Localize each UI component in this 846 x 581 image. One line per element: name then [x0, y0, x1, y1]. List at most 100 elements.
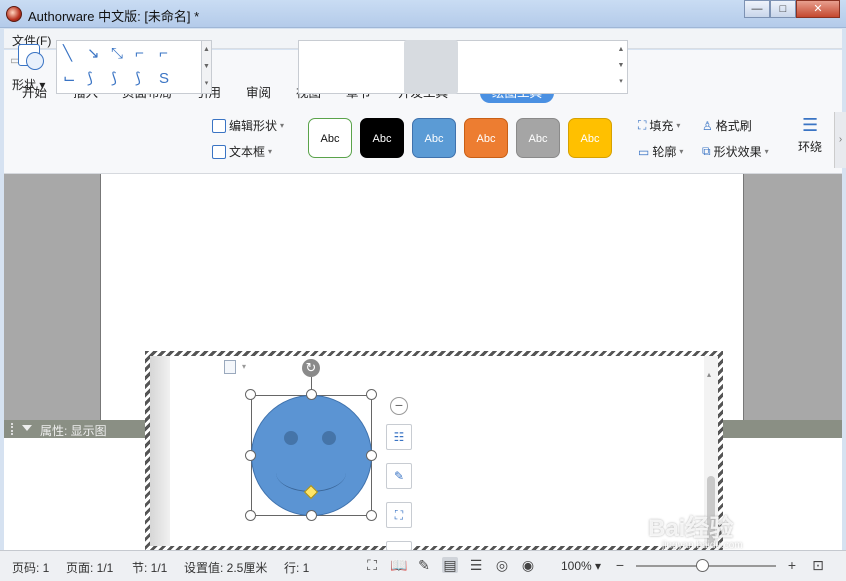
status-page: 页面: 1/1 [66, 561, 114, 575]
edit-shape-icon [212, 118, 226, 133]
wrap-icon: ☰ [801, 115, 819, 135]
status-page-code: 页码: 1 [12, 561, 50, 575]
textbox-button[interactable]: 文本框 ▾ [212, 143, 272, 160]
double-arrow-line-icon[interactable]: ⤡ [111, 46, 123, 61]
scroll-up-icon[interactable]: ▴ [707, 370, 711, 379]
textbox-icon [212, 144, 226, 159]
document-options-icon[interactable] [224, 360, 236, 374]
zoom-percent[interactable]: 100% ▾ [561, 559, 601, 573]
page-left-margin [150, 356, 170, 546]
elbow-arrow-connector-icon[interactable]: ⌐ [159, 46, 168, 61]
collapse-toolbar-icon[interactable]: − [390, 397, 408, 415]
style-swatch-4[interactable]: Abc [464, 118, 508, 158]
rotate-handle-icon[interactable]: ↻ [302, 359, 320, 377]
properties-panel-label: 属性: 显示图 [40, 424, 107, 438]
outline-icon: ▭ [638, 144, 650, 159]
title-bar: Authorware 中文版: [未命名] * — □ ✕ [0, 0, 846, 28]
shape-effects-label: 形状效果 [713, 145, 762, 159]
style-swatch-2[interactable]: Abc [360, 118, 404, 158]
textbox-label: 文本框 [229, 145, 266, 159]
resize-handle-right[interactable] [366, 450, 377, 461]
zoom-in-icon[interactable]: + [784, 557, 800, 573]
shape-effects-button[interactable]: ⧉ 形状效果 ▾ [702, 143, 769, 160]
format-painter-label: 格式刷 [715, 119, 752, 133]
outline-label: 轮廓 [652, 145, 677, 159]
elbow-double-arrow-icon[interactable]: ⌙ [63, 71, 76, 86]
zoom-slider-thumb[interactable] [695, 559, 709, 572]
maximize-button[interactable]: □ [770, 0, 796, 18]
eye-protection-icon[interactable]: ◉ [520, 557, 536, 573]
chevron-down-icon[interactable]: ▾ [242, 362, 246, 371]
resize-handle-top-left[interactable] [245, 389, 256, 400]
right-eye [322, 431, 336, 445]
line-arrow-icon[interactable]: ╲ [63, 46, 72, 61]
styles-gallery-scroll[interactable]: ▲ ▼ ▾ [616, 42, 626, 92]
edit-mode-icon[interactable]: ✎ [416, 557, 432, 573]
page-view-icon[interactable]: ▤ [442, 557, 458, 573]
outline-button[interactable]: ▭ 轮廓 ▾ [638, 143, 683, 160]
outline-view-icon[interactable]: ☰ [468, 557, 484, 573]
freeform-s-icon[interactable]: S [159, 71, 169, 86]
layout-options-icon[interactable]: ☷ [386, 424, 412, 450]
line-shapes-gallery[interactable]: ╲ ↘ ⤡ ⌐ ⌐ ⌙ ⟆ ⟆ ⟆ S [56, 40, 202, 94]
resize-handle-bottom[interactable] [306, 510, 317, 521]
line-gallery-scroll[interactable]: ▲ ▼ ▾ [202, 40, 212, 94]
shape-label: 形状 ▾ [12, 78, 46, 92]
app-logo-icon [6, 6, 22, 22]
style-swatch-6[interactable]: Abc [568, 118, 612, 158]
reading-mode-icon[interactable]: 📖 [390, 557, 407, 573]
outline-pen-icon[interactable]: ✎ [386, 463, 412, 489]
chevron-down-icon: ▾ [280, 121, 285, 130]
resize-handle-top[interactable] [306, 389, 317, 400]
window-title: Authorware 中文版: [未命名] * [28, 9, 200, 24]
fill-button[interactable]: ⛶ 填充 ▾ [638, 117, 680, 134]
format-painter-button[interactable]: ♙ 格式刷 [702, 117, 752, 134]
status-section: 节: 1/1 [132, 561, 168, 575]
fill-bucket-icon: ⛶ [638, 118, 647, 132]
collapse-triangle-icon[interactable] [22, 425, 32, 431]
embedded-document-content: ▴ [150, 356, 718, 546]
fill-label: 填充 [649, 119, 674, 133]
curved-arrow-connector-icon[interactable]: ⟆ [111, 71, 117, 86]
wrap-button[interactable]: ☰ 环绕 [798, 116, 822, 155]
selected-style-highlight [404, 40, 458, 94]
arrow-line-icon[interactable]: ↘ [87, 46, 100, 61]
web-view-icon[interactable]: ◎ [494, 557, 510, 573]
window-controls: — □ ✕ [744, 0, 840, 18]
chevron-down-icon: ▾ [268, 147, 273, 156]
chevron-down-icon: ▾ [676, 121, 681, 130]
resize-handle-top-right[interactable] [366, 389, 377, 400]
shape-circle-icon [26, 52, 44, 70]
panel-grip-icon[interactable] [11, 423, 17, 435]
ribbon-scroll-right[interactable]: › [834, 112, 846, 168]
resize-handle-bottom-left[interactable] [245, 510, 256, 521]
edit-shape-label: 编辑形状 [229, 119, 278, 133]
elbow-connector-icon[interactable]: ⌐ [135, 46, 144, 61]
status-row: 行: 1 [284, 561, 310, 575]
format-painter-icon: ♙ [702, 118, 713, 133]
watermark-brand: Bai经验 [648, 515, 734, 542]
fullscreen-icon[interactable]: ⛶ [364, 557, 380, 573]
minimize-button[interactable]: — [744, 0, 770, 18]
style-swatch-5[interactable]: Abc [516, 118, 560, 158]
style-swatch-3[interactable]: Abc [412, 118, 456, 158]
resize-handle-bottom-right[interactable] [366, 510, 377, 521]
shape-button[interactable]: 形状 ▾ [12, 42, 46, 96]
zoom-out-icon[interactable]: − [612, 557, 628, 573]
status-setting: 设置值: 2.5厘米 [184, 561, 268, 575]
curved-double-arrow-icon[interactable]: ⟆ [135, 71, 141, 86]
shape-effects-icon: ⧉ [702, 144, 711, 158]
curved-connector-icon[interactable]: ⟆ [87, 71, 93, 86]
edit-shape-button[interactable]: 编辑形状 ▾ [212, 117, 284, 134]
chevron-down-icon: ▾ [679, 147, 684, 156]
close-button[interactable]: ✕ [796, 0, 840, 18]
fit-window-icon[interactable]: ⊡ [810, 557, 826, 573]
fill-bucket-float-icon[interactable]: ⛶ [386, 502, 412, 528]
resize-handle-left[interactable] [245, 450, 256, 461]
tab-review[interactable]: 审阅 [246, 82, 271, 101]
wrap-label: 环绕 [798, 140, 823, 154]
left-eye [284, 431, 298, 445]
shape-styles-gallery [298, 40, 628, 94]
style-swatch-1[interactable]: Abc [308, 118, 352, 158]
embedded-document-frame[interactable]: ▴ [145, 351, 723, 551]
